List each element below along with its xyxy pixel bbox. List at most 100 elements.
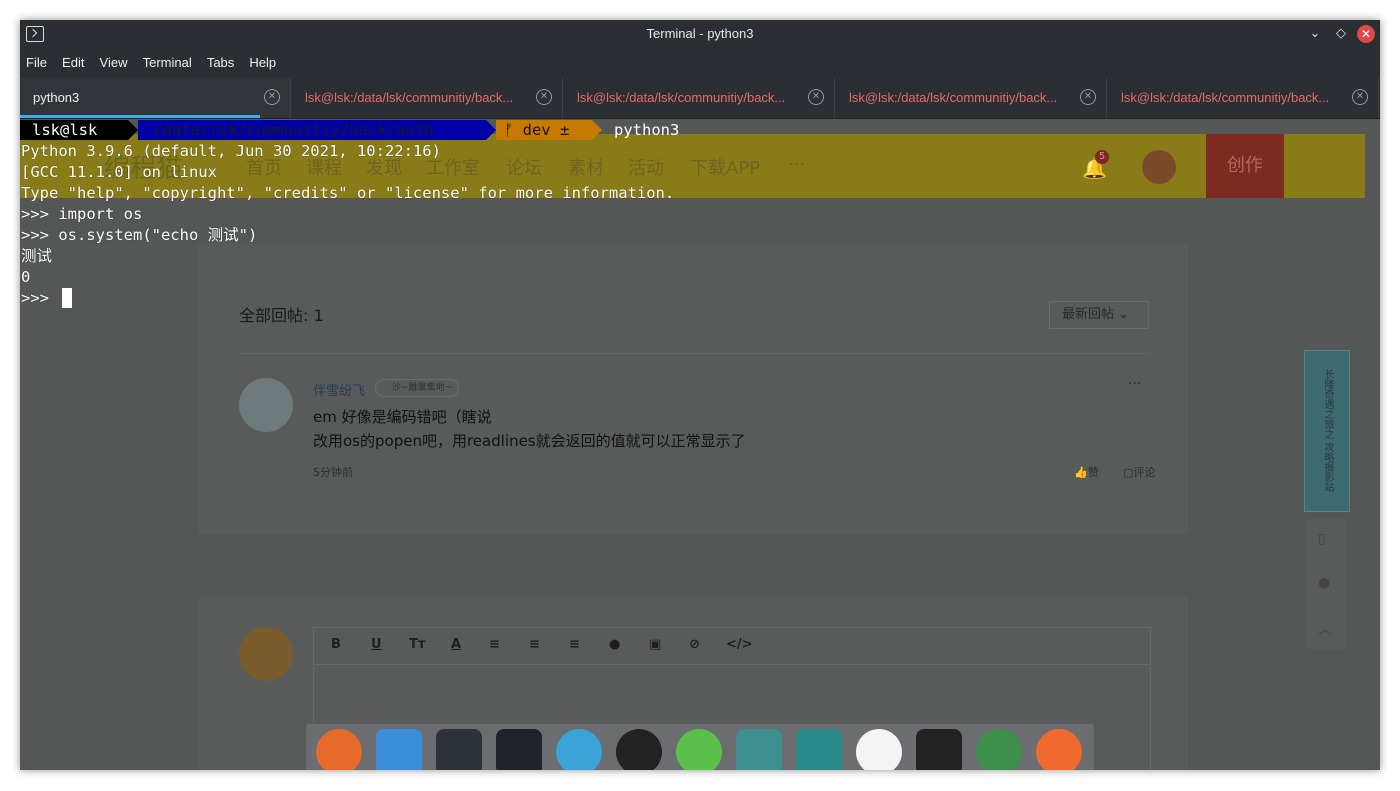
terminal-content[interactable]: 编程猫 首页 课程 发现 工作室 论坛 素材 活动 下载APP ··· 🔔 5 …: [20, 119, 1380, 770]
tab-python3[interactable]: python3 ✕: [20, 78, 291, 118]
tab-label: lsk@lsk:/data/lsk/communitiy/back...: [849, 90, 1058, 105]
repl-prompt: >>>: [21, 289, 59, 307]
screenshot-icon[interactable]: [736, 729, 782, 770]
android-studio-icon[interactable]: [976, 729, 1022, 770]
bg-reply-line1: em 好像是编码错吧（瞎说: [313, 408, 492, 426]
settings-icon[interactable]: [436, 729, 482, 770]
prompt-git-branch: ᚠ dev ±: [496, 120, 592, 140]
bg-nav-item: 素材: [568, 158, 604, 179]
qq-icon[interactable]: [616, 729, 662, 770]
menu-edit[interactable]: Edit: [62, 55, 84, 70]
prompt-separator: [128, 120, 138, 140]
bg-reply-avatar: [239, 378, 293, 432]
close-button[interactable]: ✕: [1357, 25, 1375, 43]
text-color-icon: A: [451, 637, 462, 652]
tab-close-icon[interactable]: ✕: [264, 89, 280, 105]
bg-replies-title: 全部回帖: 1: [239, 306, 324, 325]
tab-bar: python3 ✕ lsk@lsk:/data/lsk/communitiy/b…: [20, 78, 1380, 119]
bg-side-tools: ▯ ● ︿: [1305, 519, 1347, 649]
beaver-icon[interactable]: [856, 729, 902, 770]
tab-lsk-1[interactable]: lsk@lsk:/data/lsk/communitiy/back... ✕: [292, 78, 563, 118]
bg-like: 👍赞: [1074, 464, 1099, 480]
menu-tabs[interactable]: Tabs: [207, 55, 234, 70]
terminal-line: Python 3.9.6 (default, Jun 30 2021, 10:2…: [21, 142, 441, 160]
bg-nav-item: 活动: [628, 158, 664, 179]
bg-sort-label: 最新回帖: [1062, 307, 1115, 322]
intellij-icon[interactable]: [916, 729, 962, 770]
tab-label: lsk@lsk:/data/lsk/communitiy/back...: [1121, 90, 1330, 105]
tab-lsk-3[interactable]: lsk@lsk:/data/lsk/communitiy/back... ✕: [836, 78, 1107, 118]
prompt-path: /data/lsk/communitiy/back/auth: [138, 120, 486, 140]
tab-label: python3: [33, 90, 80, 105]
tab-close-icon[interactable]: ✕: [808, 89, 824, 105]
tab-label: lsk@lsk:/data/lsk/communitiy/back...: [577, 90, 786, 105]
app-dock: [306, 724, 1094, 770]
header-avatar: [1142, 150, 1176, 184]
notification-badge: 5: [1095, 150, 1109, 164]
text-cursor: [62, 288, 73, 308]
bg-reply-tag: 沙~雕聚集地~: [375, 379, 460, 397]
prompt-command: python3: [614, 121, 680, 139]
tab-lsk-4[interactable]: lsk@lsk:/data/lsk/communitiy/back... ✕: [1108, 78, 1379, 118]
terminal-icon[interactable]: [496, 729, 542, 770]
qq-side-icon: ●: [1318, 575, 1331, 591]
terminal-input-line[interactable]: >>>: [21, 288, 73, 309]
bg-sort-dropdown: 最新回帖 ⌄: [1049, 301, 1149, 329]
bg-side-banner: 长隆奇遇之旅之 攻略摄影站: [1304, 350, 1350, 512]
terminal-line: >>> os.system("echo 测试"): [21, 226, 258, 244]
prompt-separator: [592, 120, 602, 140]
title-bar: Terminal - python3 ⌄ ◇ ✕: [20, 20, 1380, 48]
tab-close-icon[interactable]: ✕: [536, 89, 552, 105]
emoji-icon: ●: [609, 637, 621, 652]
wechat-icon[interactable]: [676, 729, 722, 770]
postman-icon[interactable]: [1036, 729, 1082, 770]
bg-nav-item: 下载APP: [690, 158, 761, 179]
tab-lsk-2[interactable]: lsk@lsk:/data/lsk/communitiy/back... ✕: [564, 78, 835, 118]
bg-nav-item: 论坛: [506, 158, 542, 179]
comment-icon: ▢: [1123, 466, 1134, 479]
tab-label: lsk@lsk:/data/lsk/communitiy/back...: [305, 90, 514, 105]
bg-reply-user: 伴雪纷飞: [313, 384, 366, 399]
menu-terminal[interactable]: Terminal: [143, 55, 192, 70]
align-right-icon: ≡: [569, 637, 580, 652]
text-size-icon: Tт: [409, 637, 426, 652]
menu-help[interactable]: Help: [249, 55, 276, 70]
tape-icon[interactable]: [796, 729, 842, 770]
terminal-line: 0: [21, 268, 31, 286]
menu-file[interactable]: File: [26, 55, 47, 70]
align-center-icon: ≡: [529, 637, 540, 652]
code-icon: </>: [726, 637, 753, 652]
bg-reply-time: 5分钟前: [313, 466, 353, 479]
tab-close-icon[interactable]: ✕: [1080, 89, 1096, 105]
bg-comment: ▢评论: [1123, 464, 1155, 480]
bold-icon: B: [331, 637, 341, 652]
phone-icon: ▯: [1318, 531, 1326, 547]
bg-nav-more: ···: [788, 154, 806, 175]
prompt-separator: [486, 120, 496, 140]
terminal-line: [GCC 11.1.0] on linux: [21, 163, 217, 181]
bg-comment-label: 评论: [1133, 466, 1156, 479]
terminal-line: >>> import os: [21, 205, 143, 223]
bg-editor-toolbar: B U Tт A ≡ ≡ ≡ ● ▣ ⊘ </>: [314, 628, 1150, 665]
bg-like-label: 赞: [1087, 466, 1099, 479]
attachment-icon: ⊘: [689, 637, 700, 652]
firefox-icon[interactable]: [316, 729, 362, 770]
bg-reply-line2: 改用os的popen吧，用readlines就会返回的值就可以正常显示了: [313, 432, 746, 450]
terminal-line: 测试: [21, 247, 53, 265]
underline-icon: U: [371, 637, 382, 652]
back-to-top-icon: ︿: [1318, 622, 1332, 638]
bg-create-button: 创作: [1206, 134, 1284, 198]
telegram-icon[interactable]: [556, 729, 602, 770]
align-left-icon: ≡: [489, 637, 500, 652]
chevron-down-icon: ⌄: [1118, 307, 1130, 322]
tab-close-icon[interactable]: ✕: [1352, 89, 1368, 105]
file-manager-icon[interactable]: [376, 729, 422, 770]
minimize-button[interactable]: ⌄: [1306, 25, 1324, 43]
image-icon: ▣: [649, 637, 662, 652]
menu-view[interactable]: View: [100, 55, 128, 70]
divider: [239, 353, 1149, 354]
bg-editor-avatar: [239, 627, 293, 681]
thumb-up-icon: 👍: [1074, 466, 1088, 479]
prompt-user: lsk@lsk: [20, 120, 128, 140]
maximize-button[interactable]: ◇: [1332, 25, 1350, 43]
